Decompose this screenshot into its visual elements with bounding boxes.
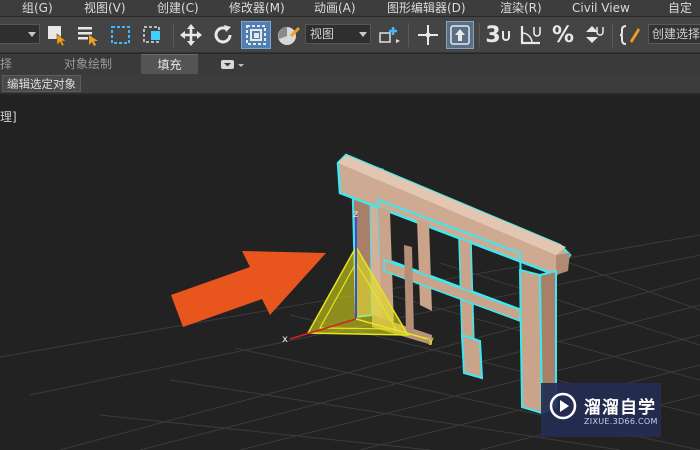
place-button[interactable] xyxy=(274,21,302,49)
chevron-down-icon xyxy=(28,32,36,37)
named-selection-set-dropdown[interactable]: 创建选择 xyxy=(648,24,700,44)
gizmo-axis-z-label: z xyxy=(353,209,359,220)
select-object-icon xyxy=(48,26,67,47)
chevron-down-icon xyxy=(359,32,367,37)
keyboard-shortcut-override-button[interactable] xyxy=(446,21,474,49)
angle-snap-button[interactable] xyxy=(517,21,545,49)
menu-customize[interactable]: 自定 xyxy=(668,0,692,17)
ribbon-options-toggle[interactable] xyxy=(220,57,246,71)
menu-views[interactable]: 视图(V) xyxy=(84,0,126,17)
tab-populate[interactable]: 填充 xyxy=(141,54,198,74)
move-icon xyxy=(180,24,202,46)
menu-create[interactable]: 创建(C) xyxy=(157,0,199,17)
watermark-url: ZIXUE.3D66.COM xyxy=(584,417,658,426)
rotate-icon xyxy=(214,25,232,44)
select-and-manipulate-button[interactable] xyxy=(414,21,442,49)
menu-civil-view[interactable]: Civil View xyxy=(572,0,630,17)
keyboard-override-icon xyxy=(450,25,470,45)
watermark-title: 溜溜自学 xyxy=(584,398,656,418)
viewport-shading-label[interactable]: 理] xyxy=(0,108,17,125)
ribbon-sub-bar: 编辑选定对象 xyxy=(0,74,700,94)
reference-coordinate-dropdown[interactable]: 视图 xyxy=(305,24,371,44)
menu-group[interactable]: 组(G) xyxy=(22,0,53,17)
crosshair-icon xyxy=(418,25,438,45)
watermark-badge: 溜溜自学 ZIXUE.3D66.COM xyxy=(541,383,661,437)
select-by-name-icon xyxy=(78,27,98,46)
select-by-name-button[interactable] xyxy=(75,21,101,49)
selection-filter-dropdown[interactable] xyxy=(0,24,40,44)
snaps-toggle-button[interactable]: 3 xyxy=(484,21,512,49)
pivot-point-button[interactable] xyxy=(376,21,404,49)
ribbon-tab-bar: 择 对象绘制 填充 xyxy=(0,54,700,74)
magnet-icon xyxy=(501,31,510,41)
menu-rendering[interactable]: 渲染(R) xyxy=(500,0,542,17)
main-toolbar: 视图 3 % 创建选择 xyxy=(0,17,700,53)
menu-animation[interactable]: 动画(A) xyxy=(314,0,356,17)
tab-selection[interactable]: 择 xyxy=(0,54,30,74)
pivot-point-icon xyxy=(379,27,400,43)
toolbar-separator xyxy=(479,23,480,47)
percent-snap-label: % xyxy=(551,22,575,48)
reference-coordinate-value: 视图 xyxy=(310,27,335,41)
toolbar-separator xyxy=(612,23,613,47)
tab-object-paint[interactable]: 对象绘制 xyxy=(64,54,134,74)
scale-button[interactable] xyxy=(241,21,271,49)
select-object-button[interactable] xyxy=(44,21,70,49)
rectangle-select-icon xyxy=(111,26,130,44)
rectangular-selection-button[interactable] xyxy=(108,21,134,49)
menu-modifiers[interactable]: 修改器(M) xyxy=(229,0,285,17)
menu-graph-editors[interactable]: 图形编辑器(D) xyxy=(387,0,466,17)
gizmo-axis-y-label: y xyxy=(428,335,434,346)
scale-icon xyxy=(246,25,266,45)
window-crossing-icon xyxy=(143,26,160,43)
rotate-button[interactable] xyxy=(210,21,236,49)
pointer-arrow xyxy=(171,251,326,327)
spinner-snap-button[interactable] xyxy=(581,21,607,49)
snaps-toggle-label: 3 xyxy=(485,22,501,48)
percent-snap-button[interactable]: % xyxy=(549,21,577,49)
ribbon-options-icon xyxy=(221,60,244,69)
toolbar-separator xyxy=(408,23,409,47)
menu-bar: 组(G) 视图(V) 创建(C) 修改器(M) 动画(A) 图形编辑器(D) 渲… xyxy=(0,0,700,17)
angle-snap-icon xyxy=(520,26,541,45)
edit-selected-objects-button[interactable]: 编辑选定对象 xyxy=(2,75,81,92)
window-crossing-button[interactable] xyxy=(140,21,168,49)
spinner-snap-icon xyxy=(586,26,604,43)
edit-named-selection-button[interactable] xyxy=(617,21,645,49)
toolbar-separator xyxy=(173,23,174,47)
move-button[interactable] xyxy=(178,21,204,49)
edit-named-selection-icon xyxy=(619,25,640,45)
named-selection-set-value: 创建选择 xyxy=(652,27,700,41)
play-logo-icon xyxy=(549,392,577,420)
place-icon xyxy=(278,27,300,45)
gizmo-axis-x-label: x xyxy=(282,334,288,345)
